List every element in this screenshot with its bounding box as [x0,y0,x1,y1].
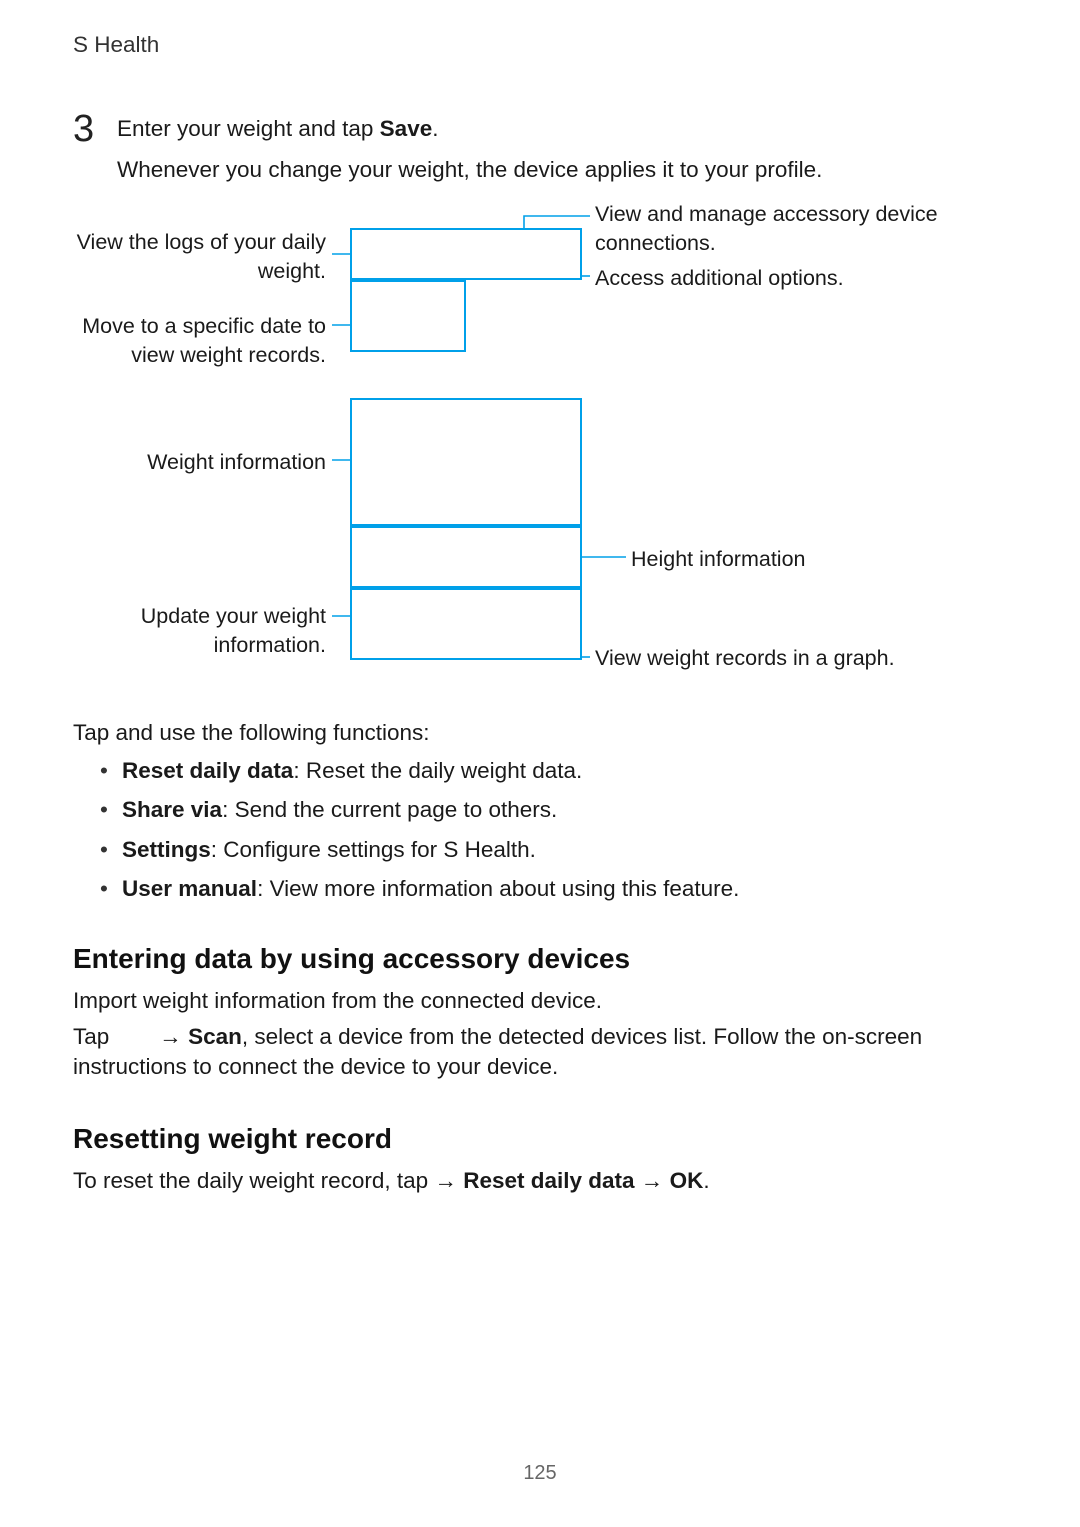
step-text: Enter your weight and tap Save. [117,114,439,144]
callout-date: Move to a specific date to view weight r… [74,312,326,370]
callout-options: Access additional options. [595,264,995,293]
bullet-settings: Settings: Configure settings for S Healt… [100,835,1007,865]
para-reset-arrow1: → [434,1168,463,1193]
bullet-user-manual: User manual: View more information about… [100,874,1007,904]
page-number: 125 [0,1460,1080,1487]
bullet-reset-daily: Reset daily data: Reset the daily weight… [100,756,1007,786]
step-text-suffix: . [432,116,438,141]
para-scan-bold: Scan [188,1024,242,1049]
callout-weight-info: Weight information [74,448,326,477]
para-reset-arrow2: → [635,1168,670,1193]
para-tap-menu: Tap and use the following functions: [73,718,1007,748]
bullet-share-via-rest: : Send the current page to others. [222,797,557,822]
step-text-bold: Save [380,116,433,141]
heading-accessory: Entering data by using accessory devices [73,940,630,978]
para-reset-prefix: To reset the daily weight record, tap [73,1168,434,1193]
bullet-user-manual-rest: : View more information about using this… [257,876,739,901]
step-number-3: 3 [73,104,94,155]
para-scan-prefix: Tap [73,1024,116,1049]
callout-graph: View weight records in a graph. [595,644,995,673]
para-reset-bold1: Reset daily data [463,1168,634,1193]
bullet-reset-daily-bold: Reset daily data [122,758,293,783]
step-text-prefix: Enter your weight and tap [117,116,380,141]
para-import: Import weight information from the conne… [73,986,1007,1016]
callout-height-info: Height information [631,545,991,574]
para-scan-arrow: → [159,1024,188,1049]
bullet-settings-bold: Settings [122,837,211,862]
para-scan: Tap → Scan, select a device from the det… [73,1022,933,1083]
callout-accessory: View and manage accessory device connect… [595,200,995,258]
callout-update: Update your weight information. [74,602,326,660]
step-subtext: Whenever you change your weight, the dev… [117,155,822,185]
bullet-user-manual-bold: User manual [122,876,257,901]
para-reset: To reset the daily weight record, tap → … [73,1166,1007,1196]
bullet-share-via-bold: Share via [122,797,222,822]
bullet-share-via: Share via: Send the current page to othe… [100,795,1007,825]
callout-logs: View the logs of your daily weight. [74,228,326,286]
menu-bullet-list: Reset daily data: Reset the daily weight… [100,756,1007,914]
manual-page: S Health 3 Enter your weight and tap Sav… [0,0,1080,1527]
para-reset-suffix: . [703,1168,709,1193]
heading-reset: Resetting weight record [73,1120,392,1158]
weight-screen-diagram: View the logs of your daily weight. Move… [74,210,1006,690]
bullet-reset-daily-rest: : Reset the daily weight data. [293,758,582,783]
running-header: S Health [73,30,159,60]
bullet-settings-rest: : Configure settings for S Health. [211,837,536,862]
para-reset-bold2: OK [670,1168,704,1193]
